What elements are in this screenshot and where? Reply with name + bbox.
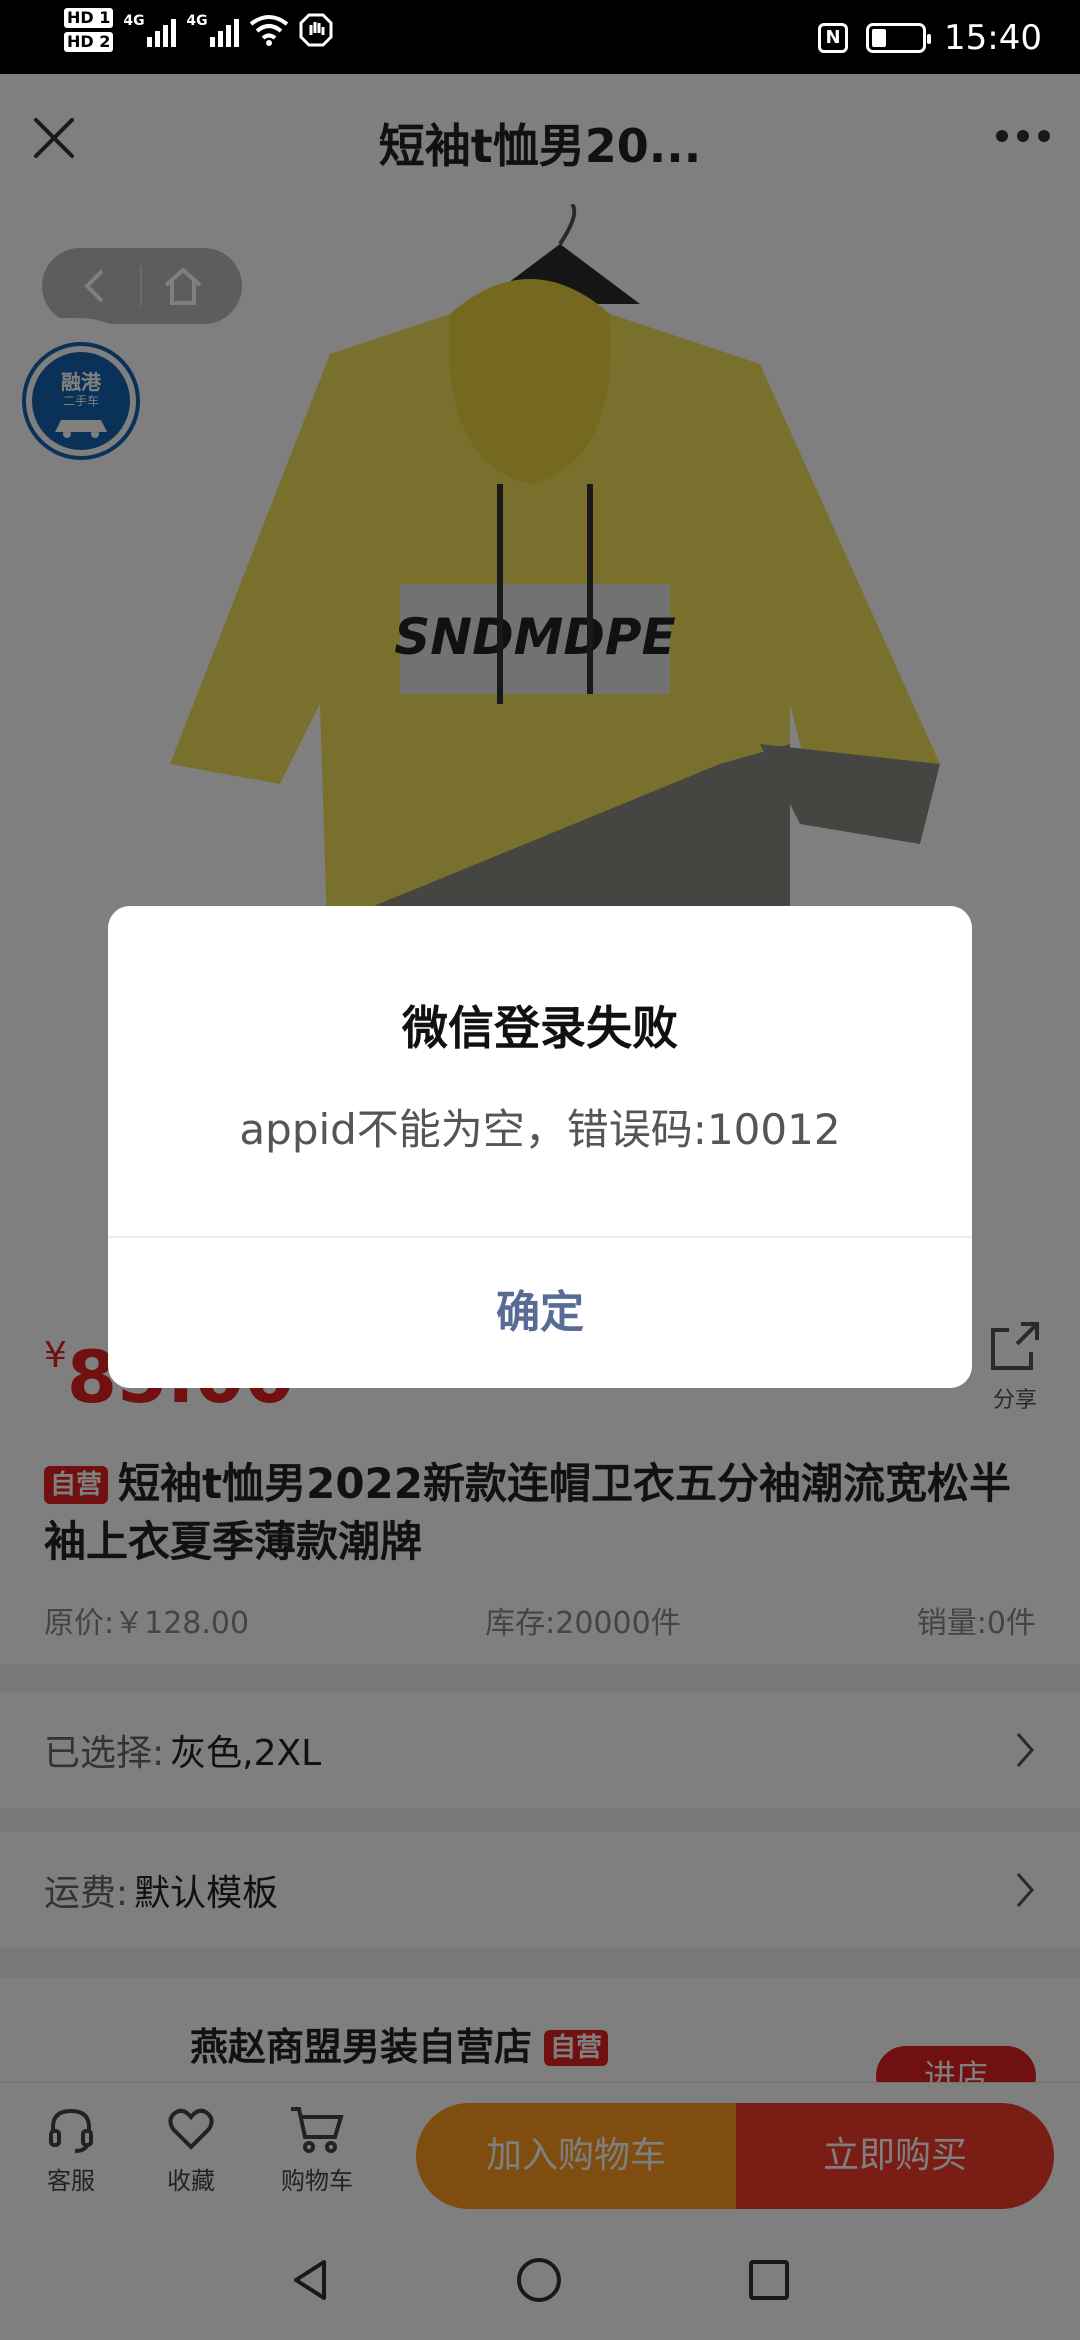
clock: 15:40: [944, 18, 1042, 58]
status-bar-right: N 15:40: [818, 18, 1042, 58]
hd1-label: HD 1: [64, 8, 114, 28]
nfc-icon: N: [818, 23, 849, 53]
dialog-title: 微信登录失败: [402, 1001, 678, 1055]
battery-icon: [866, 23, 932, 53]
network-label-2: 4G: [186, 13, 208, 29]
wifi-icon: [250, 15, 289, 46]
signal-icon-2: 4G: [186, 13, 240, 47]
status-bar: HD 1 HD 2 4G 4G N 15:40: [0, 0, 1080, 74]
dialog-message: appid不能为空，错误码:10012: [239, 1105, 841, 1154]
confirm-button[interactable]: 确定: [108, 1238, 972, 1388]
error-dialog: 微信登录失败 appid不能为空，错误码:10012 确定: [108, 906, 972, 1388]
status-bar-left: HD 1 HD 2 4G 4G: [64, 8, 333, 52]
hd2-label: HD 2: [64, 32, 114, 52]
hd-indicators: HD 1 HD 2: [64, 8, 114, 52]
signal-icon: 4G: [123, 13, 177, 47]
hand-icon: [299, 13, 333, 47]
network-label: 4G: [123, 13, 145, 29]
